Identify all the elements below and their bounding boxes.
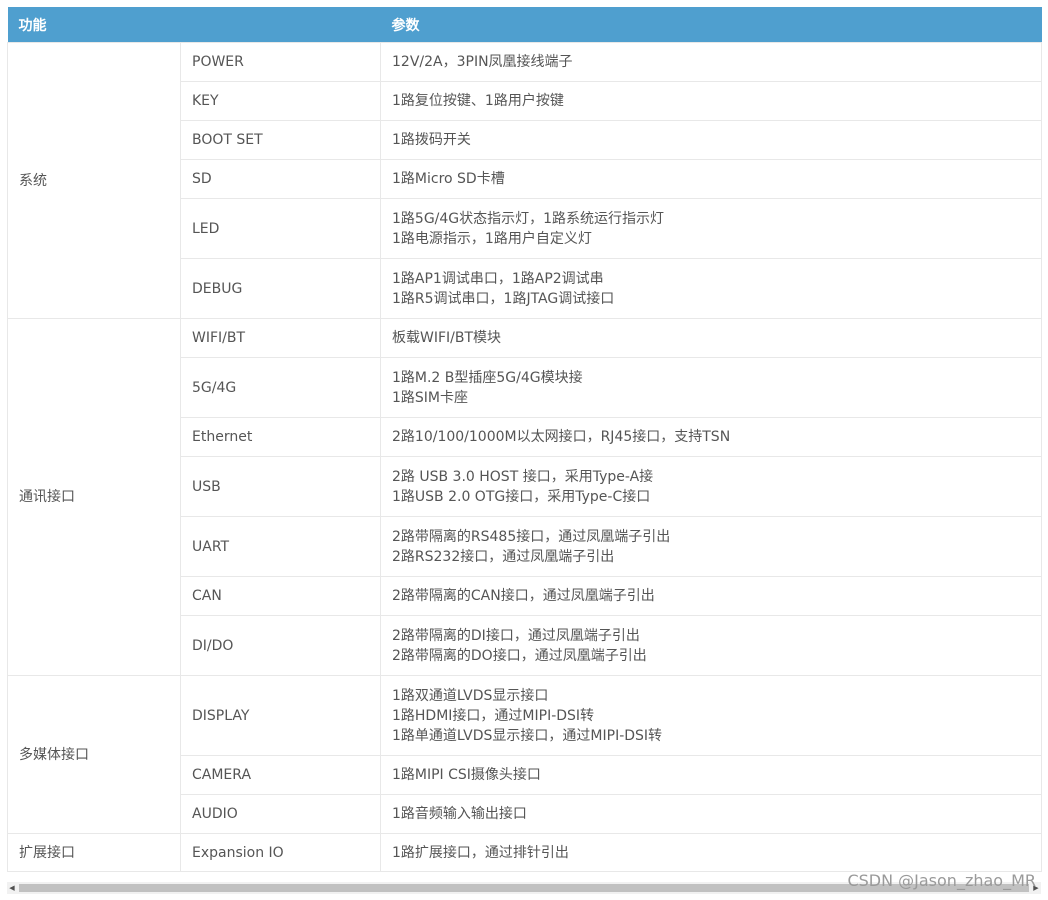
parameter-line: 1路AP1调试串口，1路AP2调试串 bbox=[392, 270, 604, 287]
category-cell: 多媒体接口 bbox=[7, 675, 181, 834]
parameter-line: 2路带隔离的DO接口，通过凤凰端子引出 bbox=[392, 647, 647, 664]
parameter-cell: 1路双通道LVDS显示接口 1路HDMI接口，通过MIPI-DSI转 1路单通道LV… bbox=[380, 675, 1042, 756]
parameter-line: 2路10/100/1000M以太网接口，RJ45接口，支持TSN bbox=[392, 429, 731, 445]
parameter-line: 1路MIPI CSI摄像头接口 bbox=[392, 767, 541, 783]
parameter-line: 12V/2A，3PIN凤凰接线端子 bbox=[392, 54, 573, 70]
parameter-cell: 1路AP1调试串口，1路AP2调试串 1路R5调试串口，1路JTAG调试接口 bbox=[380, 258, 1042, 319]
feature-label: CAMERA bbox=[180, 755, 381, 795]
parameter-cell: 1路MIPI CSI摄像头接口 bbox=[380, 755, 1042, 795]
parameter-line: 2路 USB 3.0 HOST 接口，采用Type-A接 bbox=[392, 468, 654, 485]
parameter-line: 1路电源指示，1路用户自定义灯 bbox=[392, 230, 592, 247]
parameter-line: 1路M.2 B型插座5G/4G模块接 bbox=[392, 369, 583, 386]
parameter-cell: 12V/2A，3PIN凤凰接线端子 bbox=[380, 42, 1042, 82]
parameter-cell: 2路带隔离的DI接口，通过凤凰端子引出 2路带隔离的DO接口，通过凤凰端子引出 bbox=[380, 615, 1042, 676]
parameter-cell: 板载WIFI/BT模块 bbox=[380, 318, 1042, 358]
parameter-line: 1路复位按键、1路用户按键 bbox=[392, 93, 564, 109]
parameter-cell: 1路音频输入输出接口 bbox=[380, 794, 1042, 834]
parameter-line: 板载WIFI/BT模块 bbox=[392, 330, 502, 346]
parameter-cell: 1路复位按键、1路用户按键 bbox=[380, 81, 1042, 121]
parameter-cell: 2路10/100/1000M以太网接口，RJ45接口，支持TSN bbox=[380, 417, 1042, 457]
parameter-line: 1路音频输入输出接口 bbox=[392, 806, 527, 822]
table-row: 系统 POWER 12V/2A，3PIN凤凰接线端子 bbox=[7, 42, 1042, 319]
parameter-cell: 1路扩展接口，通过排针引出 bbox=[380, 833, 1042, 872]
feature-label: KEY bbox=[180, 81, 381, 121]
parameter-line: 1路5G/4G状态指示灯，1路系统运行指示灯 bbox=[392, 210, 665, 227]
table-header-row: 功能 参数 bbox=[7, 7, 1042, 43]
spec-table-container: 功能 参数 系统 POWER 12V/2A，3PIN凤凰接线端子 KEY 1路复位按键、… bbox=[7, 7, 1042, 872]
table-row: 扩展接口 Expansion IO 1路扩展接口，通过排针引出 bbox=[7, 833, 1042, 872]
feature-label: LED bbox=[180, 198, 381, 259]
header-parameter: 参数 bbox=[380, 7, 1042, 43]
parameter-line: 2路带隔离的CAN接口，通过凤凰端子引出 bbox=[392, 588, 655, 604]
parameter-cell: 1路Micro SD卡槽 bbox=[380, 159, 1042, 199]
feature-label: Ethernet bbox=[180, 417, 381, 457]
parameter-cell: 1路拨码开关 bbox=[380, 120, 1042, 160]
table-body: 系统 POWER 12V/2A，3PIN凤凰接线端子 KEY 1路复位按键、1路用户按键… bbox=[7, 42, 1042, 872]
feature-label: Expansion IO bbox=[180, 833, 381, 872]
category-cell: 扩展接口 bbox=[7, 833, 181, 872]
feature-label: WIFI/BT bbox=[180, 318, 381, 358]
header-function: 功能 bbox=[7, 7, 181, 43]
feature-label: BOOT SET bbox=[180, 120, 381, 160]
feature-label: POWER bbox=[180, 42, 381, 82]
parameter-line: 1路USB 2.0 OTG接口，采用Type-C接口 bbox=[392, 488, 651, 505]
parameter-cell: 1路5G/4G状态指示灯，1路系统运行指示灯 1路电源指示，1路用户自定义灯 bbox=[380, 198, 1042, 259]
parameter-line: 1路HDMI接口，通过MIPI-DSI转 bbox=[392, 707, 595, 724]
parameter-line: 2路RS232接口，通过凤凰端子引出 bbox=[392, 548, 615, 565]
feature-label: DI/DO bbox=[180, 615, 381, 676]
feature-label: CAN bbox=[180, 576, 381, 616]
parameter-cell: 1路M.2 B型插座5G/4G模块接 1路SIM卡座 bbox=[380, 357, 1042, 418]
parameter-cell: 2路 USB 3.0 HOST 接口，采用Type-A接 1路USB 2.0 OT… bbox=[380, 456, 1042, 517]
feature-label: USB bbox=[180, 456, 381, 517]
parameter-cell: 2路带隔离的CAN接口，通过凤凰端子引出 bbox=[380, 576, 1042, 616]
feature-label: 5G/4G bbox=[180, 357, 381, 418]
parameter-line: 1路拨码开关 bbox=[392, 132, 471, 148]
feature-label: UART bbox=[180, 516, 381, 577]
parameter-line: 1路单通道LVDS显示接口，通过MIPI-DSI转 bbox=[392, 727, 663, 744]
table-row: 通讯接口 WIFI/BT 板载WIFI/BT模块 bbox=[7, 318, 1042, 676]
watermark: CSDN @Jason_zhao_MR bbox=[847, 871, 1036, 890]
feature-label: AUDIO bbox=[180, 794, 381, 834]
spec-table: 功能 参数 系统 POWER 12V/2A，3PIN凤凰接线端子 KEY 1路复位按键、… bbox=[7, 7, 1042, 872]
category-cell: 系统 bbox=[7, 42, 181, 319]
parameter-line: 1路Micro SD卡槽 bbox=[392, 171, 505, 187]
scroll-left-icon[interactable]: ◀ bbox=[7, 882, 17, 894]
parameter-line: 2路带隔离的RS485接口，通过凤凰端子引出 bbox=[392, 528, 671, 545]
parameter-line: 1路双通道LVDS显示接口 bbox=[392, 687, 549, 704]
parameter-line: 1路SIM卡座 bbox=[392, 389, 469, 406]
feature-label: DEBUG bbox=[180, 258, 381, 319]
feature-label: DISPLAY bbox=[180, 675, 381, 756]
parameter-line: 1路扩展接口，通过排针引出 bbox=[392, 844, 569, 861]
table-row: 多媒体接口 DISPLAY 1路双通道LVDS显示接口 1路HDMI接口，通过MIPI… bbox=[7, 675, 1042, 834]
parameter-line: 2路带隔离的DI接口，通过凤凰端子引出 bbox=[392, 627, 640, 644]
feature-label: SD bbox=[180, 159, 381, 199]
parameter-line: 1路R5调试串口，1路JTAG调试接口 bbox=[392, 290, 615, 307]
parameter-cell: 2路带隔离的RS485接口，通过凤凰端子引出 2路RS232接口，通过凤凰端子引出 bbox=[380, 516, 1042, 577]
category-cell: 通讯接口 bbox=[7, 318, 181, 676]
